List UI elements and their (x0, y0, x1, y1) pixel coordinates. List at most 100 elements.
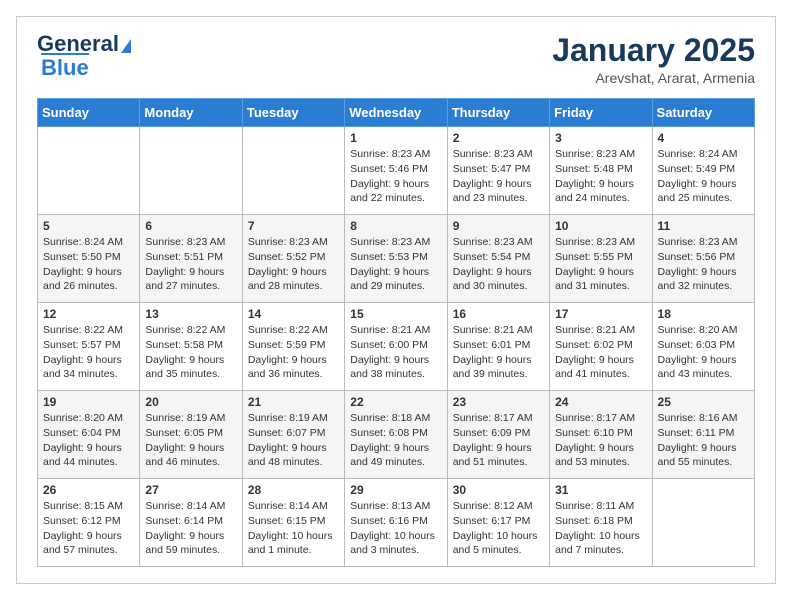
table-row: 27 Sunrise: 8:14 AM Sunset: 6:14 PM Dayl… (140, 479, 242, 567)
sunset-text: Sunset: 6:02 PM (555, 339, 633, 351)
day-info: Sunrise: 8:22 AM Sunset: 5:59 PM Dayligh… (248, 323, 339, 382)
sunset-text: Sunset: 5:51 PM (145, 251, 223, 263)
daylight-text: Daylight: 9 hours and 41 minutes. (555, 354, 634, 381)
sunset-text: Sunset: 5:50 PM (43, 251, 121, 263)
daylight-text: Daylight: 9 hours and 22 minutes. (350, 178, 429, 205)
sunrise-text: Sunrise: 8:24 AM (43, 236, 123, 248)
sunset-text: Sunset: 5:55 PM (555, 251, 633, 263)
day-number: 20 (145, 395, 236, 409)
day-number: 8 (350, 219, 441, 233)
sunrise-text: Sunrise: 8:11 AM (555, 500, 634, 512)
day-info: Sunrise: 8:21 AM Sunset: 6:02 PM Dayligh… (555, 323, 646, 382)
sunrise-text: Sunrise: 8:23 AM (453, 148, 533, 160)
daylight-text: Daylight: 9 hours and 38 minutes. (350, 354, 429, 381)
sunrise-text: Sunrise: 8:14 AM (145, 500, 225, 512)
logo-blue: Blue (41, 53, 89, 81)
sunrise-text: Sunrise: 8:19 AM (248, 412, 328, 424)
sunrise-text: Sunrise: 8:21 AM (453, 324, 533, 336)
day-info: Sunrise: 8:15 AM Sunset: 6:12 PM Dayligh… (43, 499, 134, 558)
header-tuesday: Tuesday (242, 99, 344, 127)
sunset-text: Sunset: 5:57 PM (43, 339, 121, 351)
daylight-text: Daylight: 9 hours and 57 minutes. (43, 530, 122, 557)
day-number: 4 (658, 131, 749, 145)
day-number: 3 (555, 131, 646, 145)
sunset-text: Sunset: 6:15 PM (248, 515, 326, 527)
day-info: Sunrise: 8:11 AM Sunset: 6:18 PM Dayligh… (555, 499, 646, 558)
table-row: 29 Sunrise: 8:13 AM Sunset: 6:16 PM Dayl… (345, 479, 447, 567)
calendar-table: Sunday Monday Tuesday Wednesday Thursday… (37, 98, 755, 567)
table-row: 22 Sunrise: 8:18 AM Sunset: 6:08 PM Dayl… (345, 391, 447, 479)
day-number: 2 (453, 131, 544, 145)
daylight-text: Daylight: 9 hours and 31 minutes. (555, 266, 634, 293)
table-row: 2 Sunrise: 8:23 AM Sunset: 5:47 PM Dayli… (447, 127, 549, 215)
day-info: Sunrise: 8:23 AM Sunset: 5:51 PM Dayligh… (145, 235, 236, 294)
header-thursday: Thursday (447, 99, 549, 127)
daylight-text: Daylight: 9 hours and 30 minutes. (453, 266, 532, 293)
daylight-text: Daylight: 9 hours and 25 minutes. (658, 178, 737, 205)
day-number: 25 (658, 395, 749, 409)
calendar-page: General Blue January 2025 Arevshat, Arar… (16, 16, 776, 584)
daylight-text: Daylight: 10 hours and 7 minutes. (555, 530, 640, 557)
weekday-header-row: Sunday Monday Tuesday Wednesday Thursday… (38, 99, 755, 127)
sunset-text: Sunset: 6:03 PM (658, 339, 736, 351)
day-info: Sunrise: 8:14 AM Sunset: 6:15 PM Dayligh… (248, 499, 339, 558)
day-info: Sunrise: 8:12 AM Sunset: 6:17 PM Dayligh… (453, 499, 544, 558)
sunset-text: Sunset: 5:48 PM (555, 163, 633, 175)
header-friday: Friday (550, 99, 652, 127)
table-row: 26 Sunrise: 8:15 AM Sunset: 6:12 PM Dayl… (38, 479, 140, 567)
daylight-text: Daylight: 10 hours and 3 minutes. (350, 530, 435, 557)
daylight-text: Daylight: 9 hours and 36 minutes. (248, 354, 327, 381)
table-row (38, 127, 140, 215)
day-number: 1 (350, 131, 441, 145)
sunset-text: Sunset: 5:52 PM (248, 251, 326, 263)
table-row (652, 479, 754, 567)
sunset-text: Sunset: 6:14 PM (145, 515, 223, 527)
table-row: 11 Sunrise: 8:23 AM Sunset: 5:56 PM Dayl… (652, 215, 754, 303)
table-row: 7 Sunrise: 8:23 AM Sunset: 5:52 PM Dayli… (242, 215, 344, 303)
day-number: 12 (43, 307, 134, 321)
day-number: 21 (248, 395, 339, 409)
table-row: 20 Sunrise: 8:19 AM Sunset: 6:05 PM Dayl… (140, 391, 242, 479)
daylight-text: Daylight: 10 hours and 5 minutes. (453, 530, 538, 557)
day-number: 31 (555, 483, 646, 497)
day-number: 10 (555, 219, 646, 233)
sunset-text: Sunset: 6:07 PM (248, 427, 326, 439)
sunset-text: Sunset: 6:18 PM (555, 515, 633, 527)
daylight-text: Daylight: 9 hours and 44 minutes. (43, 442, 122, 469)
sunrise-text: Sunrise: 8:23 AM (453, 236, 533, 248)
table-row: 15 Sunrise: 8:21 AM Sunset: 6:00 PM Dayl… (345, 303, 447, 391)
table-row: 4 Sunrise: 8:24 AM Sunset: 5:49 PM Dayli… (652, 127, 754, 215)
day-info: Sunrise: 8:21 AM Sunset: 6:01 PM Dayligh… (453, 323, 544, 382)
sunset-text: Sunset: 6:16 PM (350, 515, 428, 527)
sunset-text: Sunset: 6:11 PM (658, 427, 735, 439)
day-info: Sunrise: 8:21 AM Sunset: 6:00 PM Dayligh… (350, 323, 441, 382)
sunrise-text: Sunrise: 8:23 AM (658, 236, 738, 248)
sunrise-text: Sunrise: 8:19 AM (145, 412, 225, 424)
daylight-text: Daylight: 9 hours and 26 minutes. (43, 266, 122, 293)
logo: General Blue (37, 33, 131, 81)
day-number: 19 (43, 395, 134, 409)
table-row: 12 Sunrise: 8:22 AM Sunset: 5:57 PM Dayl… (38, 303, 140, 391)
table-row: 28 Sunrise: 8:14 AM Sunset: 6:15 PM Dayl… (242, 479, 344, 567)
day-info: Sunrise: 8:14 AM Sunset: 6:14 PM Dayligh… (145, 499, 236, 558)
day-number: 16 (453, 307, 544, 321)
day-info: Sunrise: 8:13 AM Sunset: 6:16 PM Dayligh… (350, 499, 441, 558)
day-info: Sunrise: 8:17 AM Sunset: 6:09 PM Dayligh… (453, 411, 544, 470)
sunset-text: Sunset: 6:09 PM (453, 427, 531, 439)
sunset-text: Sunset: 5:56 PM (658, 251, 736, 263)
day-number: 23 (453, 395, 544, 409)
sunrise-text: Sunrise: 8:17 AM (453, 412, 533, 424)
table-row: 30 Sunrise: 8:12 AM Sunset: 6:17 PM Dayl… (447, 479, 549, 567)
page-header: General Blue January 2025 Arevshat, Arar… (37, 33, 755, 86)
sunset-text: Sunset: 5:49 PM (658, 163, 736, 175)
day-number: 7 (248, 219, 339, 233)
sunrise-text: Sunrise: 8:23 AM (555, 236, 635, 248)
sunrise-text: Sunrise: 8:24 AM (658, 148, 738, 160)
sunset-text: Sunset: 5:54 PM (453, 251, 531, 263)
table-row: 1 Sunrise: 8:23 AM Sunset: 5:46 PM Dayli… (345, 127, 447, 215)
daylight-text: Daylight: 9 hours and 24 minutes. (555, 178, 634, 205)
table-row: 10 Sunrise: 8:23 AM Sunset: 5:55 PM Dayl… (550, 215, 652, 303)
daylight-text: Daylight: 9 hours and 39 minutes. (453, 354, 532, 381)
day-info: Sunrise: 8:23 AM Sunset: 5:55 PM Dayligh… (555, 235, 646, 294)
daylight-text: Daylight: 9 hours and 51 minutes. (453, 442, 532, 469)
